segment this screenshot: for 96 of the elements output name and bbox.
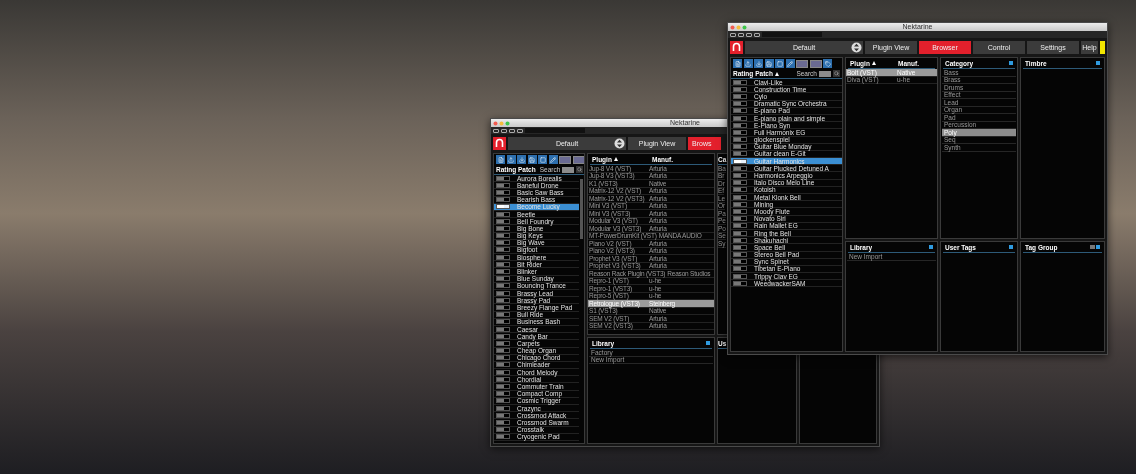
toolbar-button[interactable] — [809, 59, 822, 68]
rating-bar[interactable] — [496, 391, 510, 397]
rating-bar[interactable] — [496, 197, 510, 203]
rating-bar[interactable] — [496, 412, 510, 418]
edit-button[interactable] — [548, 155, 558, 164]
toolbar-button[interactable] — [572, 155, 584, 164]
search-button[interactable] — [833, 70, 840, 77]
toggle-icon[interactable] — [705, 340, 710, 346]
rating-bar[interactable] — [733, 194, 747, 200]
rating-bar[interactable] — [496, 376, 510, 382]
rating-bar[interactable] — [496, 340, 510, 346]
search-field[interactable] — [562, 166, 575, 173]
toggle-icon[interactable] — [928, 244, 933, 250]
rating-bar[interactable] — [496, 398, 510, 404]
rating-bar[interactable] — [496, 427, 510, 433]
rating-bar[interactable] — [496, 419, 510, 425]
rating-bar[interactable] — [733, 79, 747, 85]
rating-bar[interactable] — [496, 247, 510, 253]
search-button[interactable] — [576, 166, 584, 173]
rating-bar[interactable] — [496, 218, 510, 224]
rating-bar[interactable] — [496, 304, 510, 310]
rating-bar[interactable] — [496, 254, 510, 260]
rating-bar[interactable] — [496, 182, 510, 188]
sort-icon[interactable] — [613, 157, 618, 161]
rating-bar[interactable] — [733, 259, 747, 265]
rating-bar[interactable] — [496, 362, 510, 368]
rating-bar[interactable] — [496, 319, 510, 325]
logo-icon — [730, 41, 743, 54]
upload-button[interactable] — [506, 155, 516, 164]
rating-bar[interactable] — [496, 333, 510, 339]
rating-bar[interactable] — [733, 266, 747, 272]
rating-bar[interactable] — [733, 115, 747, 121]
rating-bar[interactable] — [733, 216, 747, 222]
address-field[interactable] — [525, 128, 585, 133]
rating-bar[interactable] — [733, 137, 747, 143]
rating-bar[interactable] — [733, 244, 747, 250]
updown-icon[interactable] — [614, 138, 625, 149]
rating-bar[interactable] — [496, 225, 510, 231]
indicator-icon — [1100, 41, 1105, 54]
rating-bar[interactable] — [733, 187, 747, 193]
save-button[interactable] — [764, 59, 774, 68]
sort-icon[interactable] — [774, 71, 779, 76]
save-button[interactable] — [527, 155, 537, 164]
rating-bar[interactable] — [733, 151, 747, 157]
rating-bar[interactable] — [733, 223, 747, 229]
rating-bar[interactable] — [733, 173, 747, 179]
logo-icon — [493, 137, 506, 150]
rating-bar[interactable] — [496, 175, 510, 181]
rating-bar[interactable] — [733, 108, 747, 114]
rating-bar[interactable] — [733, 129, 747, 135]
toggle-icon[interactable] — [1008, 244, 1013, 250]
edit-button[interactable] — [785, 59, 795, 68]
rating-bar[interactable] — [733, 273, 747, 279]
rating-bar[interactable] — [733, 237, 747, 243]
sort-icon[interactable] — [871, 61, 876, 65]
rating-bar[interactable] — [733, 86, 747, 92]
rating-bar[interactable] — [733, 122, 747, 128]
rating-bar[interactable] — [733, 93, 747, 99]
toolbar-button[interactable] — [559, 155, 571, 164]
rating-bar[interactable] — [496, 369, 510, 375]
rating-bar[interactable] — [496, 290, 510, 296]
rating-bar[interactable] — [733, 252, 747, 258]
rating-bar[interactable] — [733, 158, 747, 164]
upload-button[interactable] — [743, 59, 753, 68]
rating-bar[interactable] — [733, 280, 747, 286]
rating-bar[interactable] — [496, 283, 510, 289]
rating-bar[interactable] — [496, 297, 510, 303]
address-field[interactable] — [762, 32, 822, 37]
rating-bar[interactable] — [496, 405, 510, 411]
rating-bar[interactable] — [496, 384, 510, 390]
rating-bar[interactable] — [496, 434, 510, 440]
rating-bar[interactable] — [496, 189, 510, 195]
rating-bar[interactable] — [496, 276, 510, 282]
toggle-icon[interactable] — [1008, 60, 1013, 66]
rating-bar[interactable] — [733, 165, 747, 171]
rating-bar[interactable] — [496, 326, 510, 332]
rating-bar[interactable] — [733, 101, 747, 107]
rating-bar[interactable] — [733, 201, 747, 207]
updown-icon[interactable] — [851, 42, 862, 53]
rating-bar[interactable] — [733, 180, 747, 186]
toolbar-button[interactable] — [796, 59, 808, 68]
rating-bar[interactable] — [496, 269, 510, 275]
rating-bar[interactable] — [733, 144, 747, 150]
scroll-thumb[interactable] — [580, 179, 583, 239]
rating-bar[interactable] — [496, 233, 510, 239]
rating-bar[interactable] — [496, 348, 510, 354]
toggle-icon[interactable] — [1095, 60, 1100, 66]
rating-bar[interactable] — [496, 261, 510, 267]
rating-bar[interactable] — [496, 312, 510, 318]
rating-bar[interactable] — [496, 204, 510, 210]
rating-bar[interactable] — [496, 355, 510, 361]
rating-bar[interactable] — [496, 240, 510, 246]
rating-bar[interactable] — [733, 230, 747, 236]
rating-bar[interactable] — [733, 208, 747, 214]
search-field[interactable] — [819, 70, 831, 77]
rating-bar[interactable] — [496, 211, 510, 217]
